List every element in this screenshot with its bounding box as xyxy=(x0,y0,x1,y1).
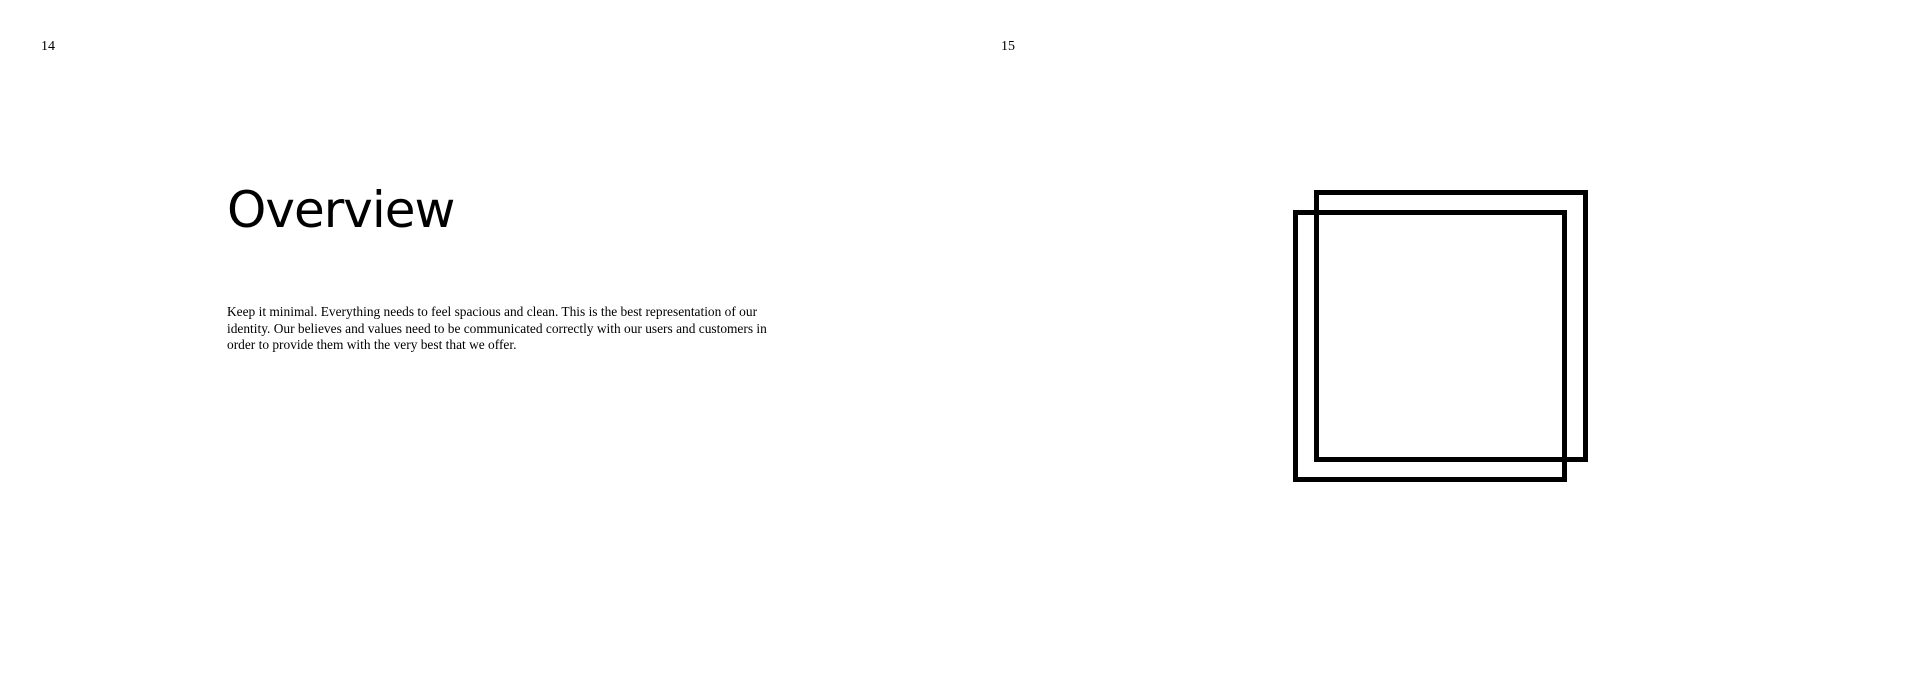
page-title: Overview xyxy=(227,181,455,239)
right-page: 15 xyxy=(960,0,1920,679)
page-number: 14 xyxy=(41,39,55,54)
body-paragraph: Keep it minimal. Everything needs to fee… xyxy=(227,304,767,353)
page-number: 15 xyxy=(1001,39,1015,54)
overlapping-squares-illustration xyxy=(1293,190,1593,490)
left-page: 14 Overview Keep it minimal. Everything … xyxy=(0,0,960,679)
front-square-outline xyxy=(1293,210,1567,482)
